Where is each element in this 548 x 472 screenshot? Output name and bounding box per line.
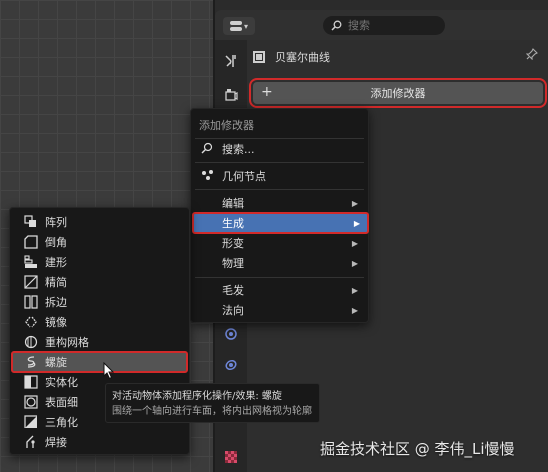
solidify-icon	[24, 375, 38, 389]
menu-item-label: 几何节点	[222, 170, 266, 183]
menu-item-label: 形变	[222, 237, 244, 250]
submenu-item-decimate[interactable]: 精简	[12, 272, 187, 292]
mouse-cursor-icon	[103, 362, 115, 380]
particles-tab[interactable]	[220, 354, 242, 376]
remesh-icon	[24, 335, 38, 349]
submenu-item-label: 倒角	[45, 236, 67, 249]
decimate-icon	[24, 275, 38, 289]
menu-item-label: 法向	[222, 304, 244, 317]
menu-item-label: 毛发	[222, 284, 244, 297]
menu-item-normals[interactable]: 法向 ▶	[193, 300, 366, 320]
texture-tab[interactable]	[220, 446, 242, 468]
submenu-item-mirror[interactable]: 镜像	[12, 312, 187, 332]
submenu-item-array[interactable]: 阵列	[12, 212, 187, 232]
submenu-item-label: 焊接	[45, 436, 67, 449]
edge-split-icon	[24, 295, 38, 309]
properties-editor-icon	[229, 21, 242, 31]
menu-item-label: 物理	[222, 257, 244, 270]
submenu-item-label: 阵列	[45, 216, 67, 229]
submenu-item-label: 三角化	[45, 416, 78, 429]
render-tab[interactable]	[220, 84, 242, 106]
menu-item-edit[interactable]: 编辑 ▶	[193, 193, 366, 213]
menu-item-hair[interactable]: 毛发 ▶	[193, 280, 366, 300]
search-icon	[331, 20, 342, 31]
object-name-row: 贝塞尔曲线	[253, 48, 330, 66]
menu-item-label: 搜索...	[222, 143, 255, 156]
submenu-item-weld[interactable]: 焊接	[12, 432, 187, 452]
properties-search-field[interactable]	[323, 16, 445, 35]
submenu-item-label: 表面细	[45, 396, 78, 409]
submenu-item-label: 拆边	[45, 296, 67, 309]
submenu-item-label: 建形	[45, 256, 67, 269]
screw-tooltip: 对活动物体添加程序化操作/效果: 螺旋 围绕一个轴向进行车面，将内出网格视为轮廓	[105, 383, 320, 423]
search-icon	[201, 142, 213, 157]
screw-icon	[27, 356, 36, 368]
submenu-arrow-icon: ▶	[353, 218, 360, 228]
menu-divider	[195, 162, 364, 163]
submenu-item-bevel[interactable]: 倒角	[12, 232, 187, 252]
menu-item-geometry-nodes[interactable]: 几何节点	[193, 166, 366, 186]
array-icon	[24, 215, 36, 227]
submenu-arrow-icon: ▶	[351, 285, 358, 295]
submenu-item-label: 实体化	[45, 376, 78, 389]
menu-item-deform[interactable]: 形变 ▶	[193, 233, 366, 253]
menu-item-generate[interactable]: 生成 ▶	[192, 212, 369, 234]
bevel-icon	[24, 235, 38, 249]
submenu-arrow-icon: ▶	[351, 198, 358, 208]
weld-icon	[26, 435, 35, 448]
menu-divider	[195, 189, 364, 190]
menu-item-label: 生成	[222, 217, 244, 230]
submenu-item-screw[interactable]: 螺旋	[11, 351, 188, 373]
menu-divider	[195, 277, 364, 278]
build-icon	[24, 255, 37, 268]
tool-icon	[225, 55, 236, 67]
physics-tab[interactable]	[220, 323, 242, 345]
watermark: 掘金技术社区 @ 李伟_Li慢慢	[320, 440, 515, 458]
object-name: 贝塞尔曲线	[275, 51, 330, 64]
editor-type-button[interactable]: ▾	[223, 17, 255, 35]
submenu-arrow-icon: ▶	[351, 238, 358, 248]
mirror-icon	[25, 316, 37, 328]
subdivision-icon	[24, 395, 38, 409]
tooltip-description: 围绕一个轴向进行车面，将内出网格视为轮廓	[112, 406, 312, 417]
geometry-nodes-icon	[201, 169, 215, 184]
submenu-item-label: 螺旋	[45, 356, 67, 369]
submenu-arrow-icon: ▶	[351, 258, 358, 268]
add-modifier-menu: 添加修改器 搜索... 几何节点 编辑 ▶ 生成 ▶ 形变 ▶ 物理 ▶ 毛发 …	[190, 108, 369, 323]
search-input[interactable]	[348, 19, 428, 32]
curve-object-icon	[253, 51, 265, 63]
menu-title: 添加修改器	[199, 119, 254, 132]
plus-icon: +	[261, 84, 273, 100]
menu-item-physics[interactable]: 物理 ▶	[193, 253, 366, 273]
particles-icon	[225, 359, 237, 371]
submenu-item-label: 精简	[45, 276, 67, 289]
properties-header: ▾	[215, 10, 548, 40]
submenu-item-remesh[interactable]: 重构网格	[12, 332, 187, 352]
submenu-item-label: 重构网格	[45, 336, 89, 349]
submenu-item-build[interactable]: 建形	[12, 252, 187, 272]
menu-item-search[interactable]: 搜索...	[193, 139, 366, 159]
tooltip-title: 对活动物体添加程序化操作/效果: 螺旋	[112, 391, 282, 402]
submenu-arrow-icon: ▶	[351, 305, 358, 315]
tool-tab[interactable]	[220, 50, 242, 72]
render-icon	[225, 89, 238, 101]
submenu-item-edge-split[interactable]: 拆边	[12, 292, 187, 312]
add-modifier-button[interactable]: + 添加修改器	[249, 78, 547, 108]
texture-icon	[225, 451, 237, 463]
pin-icon[interactable]	[525, 48, 538, 63]
triangulate-icon	[24, 415, 37, 428]
add-modifier-label: 添加修改器	[370, 87, 426, 100]
physics-icon	[225, 328, 237, 340]
chevron-down-icon: ▾	[243, 21, 248, 31]
menu-item-label: 编辑	[222, 197, 244, 210]
submenu-item-label: 镜像	[45, 316, 67, 329]
